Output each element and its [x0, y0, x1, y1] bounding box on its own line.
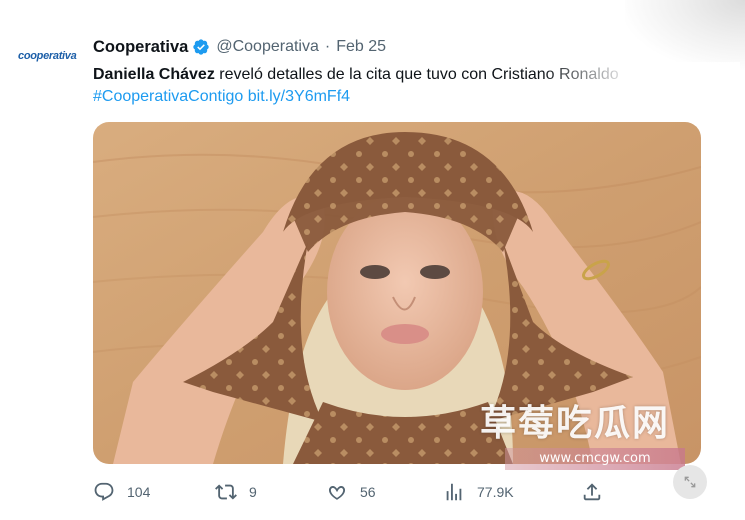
retweet-icon [215, 484, 237, 500]
action-bar: 104 9 56 77.9K [93, 478, 613, 506]
views-count: 77.9K [477, 484, 514, 500]
like-count: 56 [360, 484, 376, 500]
like-button[interactable]: 56 [326, 478, 376, 506]
views-button[interactable]: 77.9K [443, 478, 514, 506]
account-name[interactable]: Cooperativa [93, 38, 188, 57]
separator-dot: · [324, 38, 331, 55]
tweet-links: #CooperativaContigo bit.ly/3Y6mFf4 [93, 86, 350, 108]
share-button[interactable] [581, 478, 615, 506]
share-icon [583, 483, 601, 501]
verified-badge-icon [192, 38, 210, 56]
watermark-url: www.cmcgw.com [505, 448, 685, 470]
tweet-card: cooperativa Cooperativa @Cooperativa · F… [0, 0, 745, 520]
expand-button[interactable] [673, 465, 707, 499]
reply-icon [94, 482, 114, 501]
text-blur-overlay [540, 62, 740, 88]
hashtag-link[interactable]: #CooperativaContigo [93, 88, 243, 105]
tweet-date[interactable]: Feb 25 [336, 38, 386, 56]
tweet-header: Cooperativa @Cooperativa · Feb 25 [93, 35, 386, 59]
expand-arrows-icon [684, 476, 696, 488]
avatar[interactable]: cooperativa [18, 50, 78, 72]
account-handle[interactable]: @Cooperativa [216, 38, 319, 56]
retweet-count: 9 [249, 484, 257, 500]
mention-name: Daniella Chávez [93, 66, 215, 83]
retweet-button[interactable]: 9 [215, 478, 257, 506]
heart-icon [328, 486, 346, 500]
watermark-text: 草莓吃瓜网 [480, 403, 671, 444]
short-link[interactable]: bit.ly/3Y6mFf4 [248, 88, 350, 105]
reply-button[interactable]: 104 [93, 478, 150, 506]
reply-count: 104 [127, 484, 151, 500]
page-curl [625, 0, 745, 70]
views-chart-icon [446, 483, 462, 501]
